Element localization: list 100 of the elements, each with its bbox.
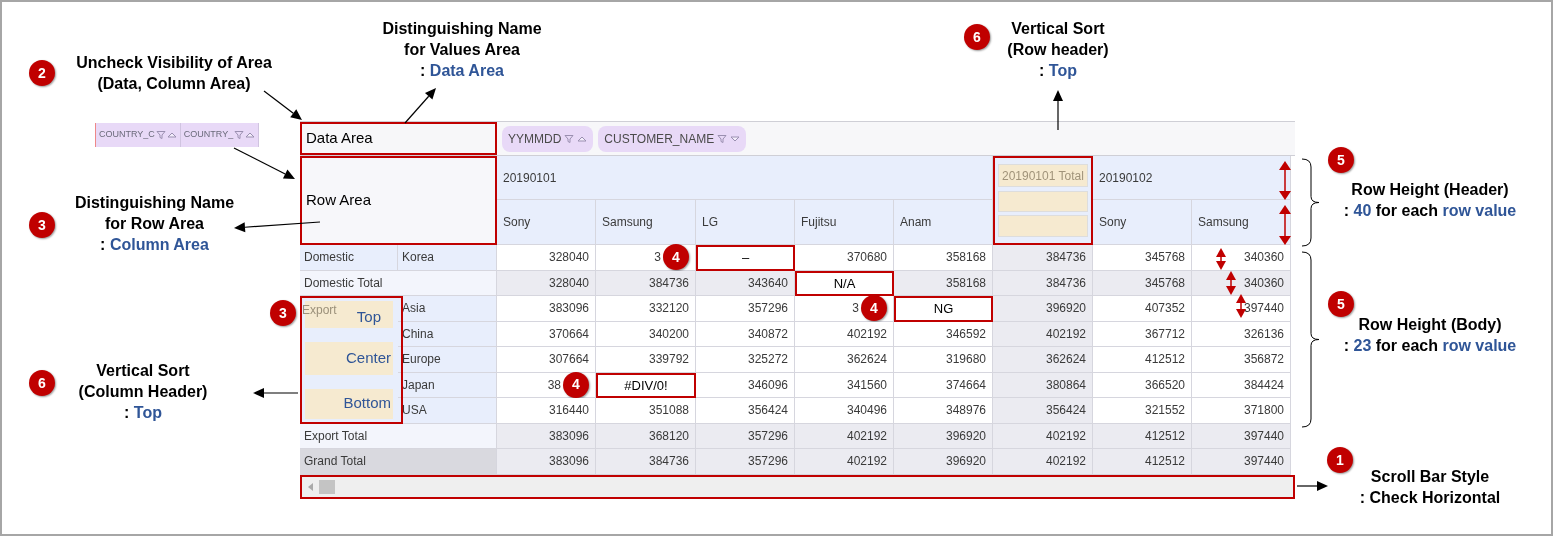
caret-down-icon[interactable] (730, 133, 741, 144)
column-header: Samsung (596, 200, 696, 245)
column-header: LG (696, 200, 795, 245)
table-cell: 368120 (596, 423, 696, 449)
table-cell: 357296 (696, 449, 795, 475)
data-area-label: Data Area (300, 122, 497, 155)
table-cell: 380864 (993, 372, 1093, 398)
table-cell: 328040 (497, 270, 596, 296)
pointer-arrow (1296, 481, 1328, 491)
row-header: USA (398, 398, 497, 424)
table-cell: 396920 (894, 449, 993, 475)
callout-text: Distinguishing Name for Row Area : Column Area (73, 193, 236, 255)
horizontal-scrollbar[interactable] (300, 474, 1295, 499)
table-cell: 346592 (894, 321, 993, 347)
pointer-arrow (404, 88, 436, 124)
row-area-label: Row Area (300, 156, 497, 245)
table-cell: 384736 (596, 270, 696, 296)
number-badge: 2 (29, 60, 55, 86)
table-cell: 412512 (1093, 449, 1192, 475)
table-cell: 328040 (497, 245, 596, 271)
table-cell: 412512 (1093, 347, 1192, 373)
row-header: China (398, 321, 497, 347)
callout-text: Scroll Bar Style : Check Horizontal (1358, 467, 1502, 508)
column-header: Samsung (1192, 200, 1291, 245)
caret-up-icon[interactable] (166, 130, 177, 140)
table-cell: 370664 (497, 321, 596, 347)
pointer-arrow (253, 388, 299, 398)
table-cell: 397440 (1192, 423, 1291, 449)
table-cell: 357296 (696, 296, 795, 322)
column-header: Fujitsu (795, 200, 894, 245)
table-cell: 38 4 (497, 372, 596, 398)
table-cell: 384736 (993, 270, 1093, 296)
double-arrow-icon (1226, 271, 1236, 295)
number-badge: 4 (663, 244, 689, 271)
number-badge: 3 (270, 300, 296, 326)
table-cell: 397440 (1192, 296, 1291, 322)
table-cell: 397440 (1192, 449, 1291, 475)
table-cell: 356872 (1192, 347, 1291, 373)
table-cell: 371800 (1192, 398, 1291, 424)
scroll-left-icon[interactable] (308, 482, 313, 491)
pointer-arrow (263, 90, 302, 120)
table-cell: 340496 (795, 398, 894, 424)
table-cell: 339792 (596, 347, 696, 373)
filter-icon[interactable] (234, 130, 245, 140)
table-cell: 383096 (497, 296, 596, 322)
column-header: Sony (1093, 200, 1192, 245)
column-header: Sony (497, 200, 596, 245)
number-badge: 1 (1327, 447, 1353, 473)
table-cell: 366520 (1093, 372, 1192, 398)
alignment-sample: Export Top (305, 301, 393, 328)
table-cell: 362624 (993, 347, 1093, 373)
table-cell: 307664 (497, 347, 596, 373)
table-cell: 326136 (1192, 321, 1291, 347)
callout-text: Row Height (Header) : 40 for each row value (1342, 180, 1518, 221)
number-badge: 5 (1328, 147, 1354, 173)
row-header: Export Total (300, 423, 497, 449)
table-cell: 357296 (696, 423, 795, 449)
number-badge: 6 (964, 24, 990, 50)
table-cell: 402192 (795, 321, 894, 347)
table-cell: 356424 (696, 398, 795, 424)
table-cell: 325272 (696, 347, 795, 373)
table-cell: 384736 (993, 245, 1093, 271)
table-cell: 384424 (1192, 372, 1291, 398)
callout-text: Uncheck Visibility of Area (Data, Column Area) (75, 53, 273, 94)
table-cell: 383096 (497, 423, 596, 449)
column-field-chip[interactable]: CUSTOMER_NAME (598, 125, 747, 152)
table-cell: 332120 (596, 296, 696, 322)
table-cell: 356424 (993, 398, 1093, 424)
table-cell: 407352 (1093, 296, 1192, 322)
table-cell: – (696, 245, 795, 271)
table-cell: 370680 (795, 245, 894, 271)
table-cell: 340360 (1192, 245, 1291, 271)
number-badge: 4 (861, 295, 887, 322)
table-cell: 402192 (993, 449, 1093, 475)
callout-text: Distinguishing Name for Values Area : Data Area (381, 19, 543, 81)
table-cell: 340872 (696, 321, 795, 347)
scroll-thumb[interactable] (319, 479, 335, 494)
column-field-chip[interactable]: YYMMDD (502, 125, 594, 152)
column-header: Anam (894, 200, 993, 245)
filter-icon[interactable] (717, 133, 728, 144)
row-header: Grand Total (300, 449, 497, 475)
row-header: Asia (398, 296, 497, 322)
pointer-arrow (1053, 90, 1063, 131)
table-cell: 402192 (795, 449, 894, 475)
alignment-sample: Center (305, 341, 393, 375)
filter-icon[interactable] (155, 130, 166, 140)
table-cell: 341560 (795, 372, 894, 398)
table-cell: 367712 (1093, 321, 1192, 347)
row-field-chip[interactable]: COUNTRY_ (180, 123, 260, 147)
row-field-chip[interactable]: COUNTRY_C (96, 123, 181, 147)
column-header: 20190101 (497, 156, 993, 200)
table-cell: 383096 (497, 449, 596, 475)
filter-icon[interactable] (564, 133, 575, 144)
table-cell: 340200 (596, 321, 696, 347)
row-header: Domestic Total (300, 270, 497, 296)
double-arrow-icon (1236, 294, 1246, 318)
table-cell: 396920 (894, 423, 993, 449)
table-cell: 412512 (1093, 423, 1192, 449)
caret-up-icon[interactable] (245, 130, 256, 140)
number-badge: 6 (29, 370, 55, 396)
